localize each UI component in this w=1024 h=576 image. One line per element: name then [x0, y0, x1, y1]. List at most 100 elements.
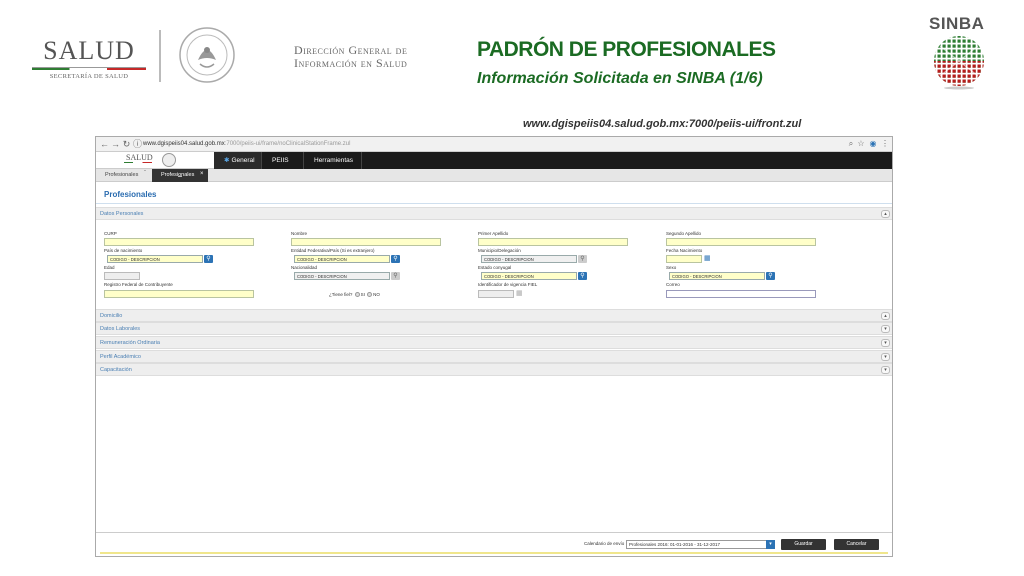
section-label: Capacitación [100, 367, 132, 373]
address-bar[interactable]: www.dgispeiis04.salud.gob.mx:7000/peiis-… [143, 139, 843, 150]
zoom-icon[interactable]: ⌕ [846, 138, 856, 150]
calendario-label: Calendario de envío [584, 541, 625, 546]
menu-peiis[interactable]: PEIIS [262, 152, 304, 169]
section-capacitacion[interactable]: Capacitación ▾ [96, 363, 892, 376]
browser-window: ← → ↻ ⓘ www.dgispeiis04.salud.gob.mx:700… [95, 136, 893, 557]
app-header: SALUD ✱ General PEIIS Herramientas [96, 152, 892, 169]
identificador-fiel-input[interactable] [478, 290, 514, 298]
search-icon[interactable]: ⚲ [578, 272, 587, 280]
section-datos-laborales[interactable]: Datos Laborales ▾ [96, 322, 892, 335]
nombre-input[interactable] [291, 238, 441, 246]
correo-input[interactable] [666, 290, 816, 298]
radio-si[interactable] [354, 292, 360, 298]
salud-logo-rule [32, 67, 146, 70]
search-icon[interactable]: ⚲ [578, 255, 587, 263]
label-estado-conyugal: Estado conyugal [478, 265, 512, 270]
label-fecha-nacimiento: Fecha Nacimiento [666, 248, 703, 253]
search-icon[interactable]: ⚲ [766, 272, 775, 280]
reload-icon[interactable]: ↻ [121, 138, 132, 150]
url-caption: www.dgispeiis04.salud.gob.mx:7000/peiis-… [523, 118, 802, 130]
salud-logo-text: SALUD [43, 36, 135, 65]
national-seal-icon [179, 27, 235, 83]
tab-indicator [178, 176, 182, 177]
radio-no-label: NO [373, 292, 380, 297]
star-icon[interactable]: ☆ [856, 138, 866, 150]
label-pais-nacimiento: País de nacimiento [104, 248, 143, 253]
chevron-down-icon[interactable]: ▾ [766, 540, 775, 549]
search-icon[interactable]: ⚲ [391, 272, 400, 280]
tab-label: Profesionales [161, 172, 195, 178]
section-domicilio[interactable]: Domicilio ▴ [96, 309, 892, 322]
url-path: :7000/peiis-ui/frame/noClinicalStationFr… [224, 141, 351, 147]
collapse-up-icon[interactable]: ▴ [881, 210, 890, 218]
menu-general-label: General [231, 157, 255, 164]
header-divider [159, 30, 161, 82]
fecha-nacimiento-input[interactable] [666, 255, 702, 263]
gear-icon: ✱ [224, 157, 230, 164]
forward-icon[interactable]: → [110, 138, 121, 150]
section-label: Remuneración Ordinaria [100, 340, 160, 346]
estado-conyugal-select[interactable]: CODIGO - DESCRIPCION [481, 272, 577, 280]
calendario-select[interactable]: Profesionales 2016: 01-01-2016 - 31-12-2… [626, 540, 774, 549]
sinba-globe-icon [934, 36, 984, 90]
menu-icon[interactable]: ⋮ [880, 138, 890, 150]
back-icon[interactable]: ← [99, 138, 110, 150]
nacionalidad-select[interactable]: CODIGO - DESCRIPCION [294, 272, 390, 280]
tab-close-icon[interactable]: × [200, 168, 204, 181]
expand-down-icon[interactable]: ▾ [881, 339, 890, 347]
slide-subtitle: Información Solicitada en SINBA (1/6) [477, 70, 763, 87]
label-primer-apellido: Primer Apellido [478, 231, 509, 236]
app-logo-text: SALUD [126, 153, 153, 162]
section-label: Datos Laborales [100, 326, 141, 332]
dgis-line-2: Información en Salud [294, 56, 408, 70]
tab-bar: Profesionales ˇ Profesionales × [96, 169, 892, 182]
curp-input[interactable] [104, 238, 254, 246]
radio-no[interactable] [367, 292, 373, 298]
expand-down-icon[interactable]: ▾ [881, 353, 890, 361]
label-entidad: Entidad Federativa/País (Si es extranjer… [291, 248, 375, 253]
entidad-select[interactable]: CODIGO - DESCRIPCION [294, 255, 390, 263]
section-label: Datos Personales [100, 211, 144, 217]
label-municipio: Municipio/Delegación [478, 248, 521, 253]
sinba-logo-text: SINBA [929, 14, 985, 33]
label-edad: Edad [104, 265, 115, 270]
search-icon[interactable]: ⚲ [204, 255, 213, 263]
info-icon[interactable]: ⓘ [132, 138, 143, 150]
label-sexo: Sexo [666, 265, 677, 270]
menu-herramientas[interactable]: Herramientas [304, 152, 362, 169]
tab-profesionales-2[interactable]: Profesionales × [152, 169, 208, 182]
tab-close-icon[interactable]: ˇ [144, 168, 146, 181]
page-title: Profesionales [104, 190, 157, 199]
fiel-question-label: ¿Tiene fiel? [329, 292, 353, 297]
segundo-apellido-input[interactable] [666, 238, 816, 246]
section-perfil-academico[interactable]: Perfil Académico ▾ [96, 350, 892, 363]
app-logo: SALUD [96, 152, 214, 169]
rfc-input[interactable] [104, 290, 254, 298]
app-logo-rule [124, 162, 152, 163]
salud-logo-subtext: SECRETARÍA DE SALUD [49, 73, 129, 80]
section-remuneracion[interactable]: Remuneración Ordinaria ▾ [96, 336, 892, 349]
section-datos-personales[interactable]: Datos Personales ▴ [96, 207, 892, 220]
label-nombre: Nombre [291, 231, 308, 236]
tab-profesionales-1[interactable]: Profesionales ˇ [96, 169, 152, 182]
slide: SALUD SECRETARÍA DE SALUD Dirección Gene… [0, 0, 1024, 576]
label-nacionalidad: Nacionalidad [291, 265, 318, 270]
sexo-select[interactable]: CODIGO - DESCRIPCION [669, 272, 765, 280]
municipio-select[interactable]: CODIGO - DESCRIPCION [481, 255, 577, 263]
calendar-icon[interactable]: ▦ [704, 255, 711, 263]
label-segundo-apellido: Segundo Apellido [666, 231, 702, 236]
collapse-up-icon[interactable]: ▴ [881, 312, 890, 320]
cancelar-button[interactable]: Cancelar [834, 539, 879, 550]
edad-input[interactable] [104, 272, 140, 280]
pais-nacimiento-select[interactable]: CODIGO - DESCRIPCION [107, 255, 203, 263]
search-icon[interactable]: ⚲ [391, 255, 400, 263]
menu-general[interactable]: ✱ General [214, 152, 262, 169]
extension-icon[interactable]: ◉ [868, 138, 878, 150]
label-curp: CURP [104, 231, 117, 236]
guardar-button[interactable]: Guardar [781, 539, 826, 550]
primer-apellido-input[interactable] [478, 238, 628, 246]
calendar-icon[interactable]: ▦ [516, 290, 523, 298]
label-identificador-fiel: Identificador de vigencia FIEL [478, 282, 538, 287]
expand-down-icon[interactable]: ▾ [881, 366, 890, 374]
expand-down-icon[interactable]: ▾ [881, 325, 890, 333]
